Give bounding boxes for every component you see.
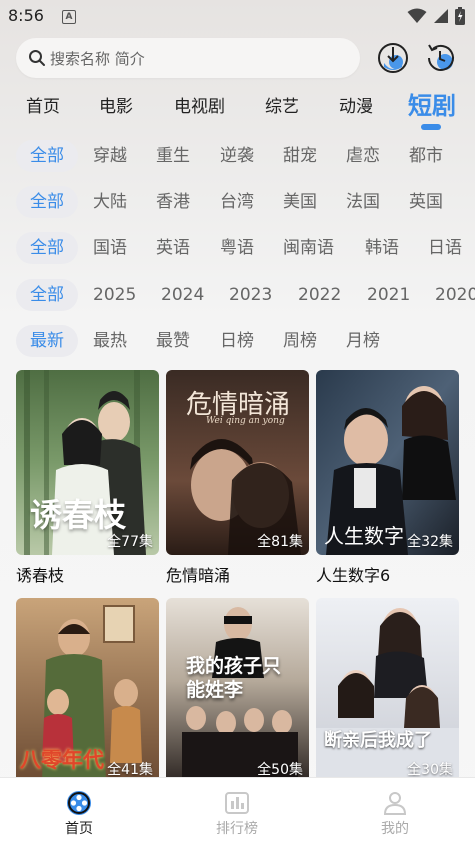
- chip-language[interactable]: 闽南语: [283, 232, 334, 264]
- chip-region[interactable]: 法国: [346, 186, 380, 218]
- bottom-nav: 首页 排行榜 我的: [0, 777, 475, 845]
- show-poster[interactable]: 人生数字 全32集: [316, 370, 459, 555]
- show-card[interactable]: 危情暗涌 Wei qing an yong 全81集 危情暗涌: [166, 370, 309, 586]
- chip-sort[interactable]: 日榜: [220, 325, 254, 357]
- show-card[interactable]: 诱春枝 全77集 诱春枝: [16, 370, 159, 586]
- show-title: 人生数字6: [316, 566, 391, 585]
- tab-home[interactable]: 首页: [26, 92, 60, 117]
- search-icon: [29, 50, 45, 66]
- tab-short-drama[interactable]: 短剧: [408, 86, 456, 121]
- poster-artwork: [316, 598, 459, 783]
- tab-tv-series[interactable]: 电视剧: [174, 92, 225, 117]
- tab-variety[interactable]: 综艺: [265, 92, 299, 117]
- wifi-icon: [407, 8, 427, 23]
- chip-region[interactable]: 大陆: [93, 186, 127, 218]
- episode-count-badge: 全81集: [257, 534, 303, 550]
- chip-year[interactable]: 2020: [435, 279, 475, 311]
- poster-subtitle-art: Wei qing an yong: [206, 416, 285, 426]
- notification-icon: A: [62, 10, 76, 24]
- download-button[interactable]: [376, 41, 410, 75]
- episode-count-badge: 全32集: [407, 534, 453, 550]
- show-title: 危情暗涌: [166, 566, 231, 585]
- nav-label: 首页: [65, 821, 93, 837]
- chip-genre[interactable]: 逆袭: [220, 140, 254, 172]
- poster-title-art: 我的孩子只能姓李: [186, 655, 282, 701]
- download-icon: [378, 43, 408, 73]
- active-tab-indicator: [421, 124, 441, 130]
- chip-year[interactable]: 2024: [161, 279, 204, 311]
- poster-title-art: 八零年代: [20, 747, 104, 772]
- chip-sort[interactable]: 月榜: [346, 325, 380, 357]
- chip-language[interactable]: 日语: [428, 232, 462, 264]
- filter-row-sort: 最新 最热 最赞 日榜 周榜 月榜: [0, 324, 475, 360]
- filter-row-language: 全部 国语 英语 粤语 闽南语 韩语 日语: [0, 231, 475, 267]
- show-poster[interactable]: 断亲后我成了 全30集: [316, 598, 459, 783]
- chip-sort[interactable]: 最热: [93, 325, 127, 357]
- poster-title-art: 诱春枝: [30, 496, 127, 534]
- filter-row-year: 全部 2025 2024 2023 2022 2021 2020: [0, 278, 475, 314]
- history-button[interactable]: [423, 41, 457, 75]
- show-card[interactable]: 人生数字 全32集 人生数字6: [316, 370, 459, 586]
- filter-row-genre: 全部 穿越 重生 逆袭 甜宠 虐恋 都市: [0, 139, 475, 175]
- nav-label: 排行榜: [216, 821, 258, 837]
- show-card[interactable]: 我的孩子只能姓李 全50集: [166, 598, 309, 790]
- chip-language[interactable]: 粤语: [220, 232, 254, 264]
- chip-year[interactable]: 2021: [367, 279, 410, 311]
- chip-genre[interactable]: 重生: [156, 140, 190, 172]
- chip-genre[interactable]: 穿越: [93, 140, 127, 172]
- search-placeholder: 搜索名称 简介: [50, 50, 145, 68]
- nav-ranking[interactable]: 排行榜: [197, 790, 277, 838]
- chip-region[interactable]: 台湾: [220, 186, 254, 218]
- category-tabs: 首页 电影 电视剧 综艺 动漫 短剧: [0, 84, 475, 132]
- show-card[interactable]: 八零年代 全41集: [16, 598, 159, 790]
- show-poster[interactable]: 八零年代 全41集: [16, 598, 159, 783]
- history-icon: [428, 44, 454, 71]
- chip-year[interactable]: 2022: [298, 279, 341, 311]
- show-poster[interactable]: 危情暗涌 Wei qing an yong 全81集: [166, 370, 309, 555]
- battery-icon: [455, 7, 465, 25]
- poster-title-art: 断亲后我成了: [324, 730, 432, 751]
- home-film-reel-icon: [67, 791, 91, 815]
- show-poster[interactable]: 我的孩子只能姓李 全50集: [166, 598, 309, 783]
- chip-genre-all[interactable]: 全部: [16, 140, 78, 172]
- chip-year[interactable]: 2025: [93, 279, 136, 311]
- search-input[interactable]: 搜索名称 简介: [16, 38, 360, 78]
- chip-language[interactable]: 韩语: [365, 232, 399, 264]
- nav-profile[interactable]: 我的: [355, 790, 435, 838]
- episode-count-badge: 全30集: [407, 762, 453, 778]
- chip-language-all[interactable]: 全部: [16, 232, 78, 264]
- filter-row-region: 全部 大陆 香港 台湾 美国 法国 英国: [0, 185, 475, 221]
- chip-sort[interactable]: 周榜: [283, 325, 317, 357]
- chip-genre[interactable]: 虐恋: [346, 140, 380, 172]
- episode-count-badge: 全50集: [257, 762, 303, 778]
- status-bar: 8:56 A: [0, 0, 475, 34]
- chip-region-all[interactable]: 全部: [16, 186, 78, 218]
- nav-label: 我的: [381, 821, 409, 837]
- tab-anime[interactable]: 动漫: [339, 92, 373, 117]
- chip-language[interactable]: 英语: [156, 232, 190, 264]
- ranking-chart-icon: [225, 792, 249, 814]
- chip-genre[interactable]: 甜宠: [283, 140, 317, 172]
- chip-language[interactable]: 国语: [93, 232, 127, 264]
- signal-icon: [434, 9, 448, 23]
- show-poster[interactable]: 诱春枝 全77集: [16, 370, 159, 555]
- poster-title-art: 人生数字: [324, 524, 404, 548]
- show-title: 诱春枝: [16, 566, 65, 585]
- status-icons: [407, 7, 465, 25]
- chip-year-all[interactable]: 全部: [16, 279, 78, 311]
- chip-sort-latest[interactable]: 最新: [16, 325, 78, 357]
- chip-sort[interactable]: 最赞: [156, 325, 190, 357]
- chip-region[interactable]: 美国: [283, 186, 317, 218]
- tab-movies[interactable]: 电影: [99, 92, 133, 117]
- status-time: 8:56: [8, 6, 44, 25]
- chip-region[interactable]: 英国: [409, 186, 443, 218]
- chip-year[interactable]: 2023: [229, 279, 272, 311]
- chip-region[interactable]: 香港: [156, 186, 190, 218]
- nav-home[interactable]: 首页: [39, 790, 119, 838]
- chip-genre[interactable]: 都市: [409, 140, 443, 172]
- profile-icon: [383, 792, 407, 815]
- episode-count-badge: 全41集: [107, 762, 153, 778]
- show-card[interactable]: 断亲后我成了 全30集: [316, 598, 459, 790]
- episode-count-badge: 全77集: [107, 534, 153, 550]
